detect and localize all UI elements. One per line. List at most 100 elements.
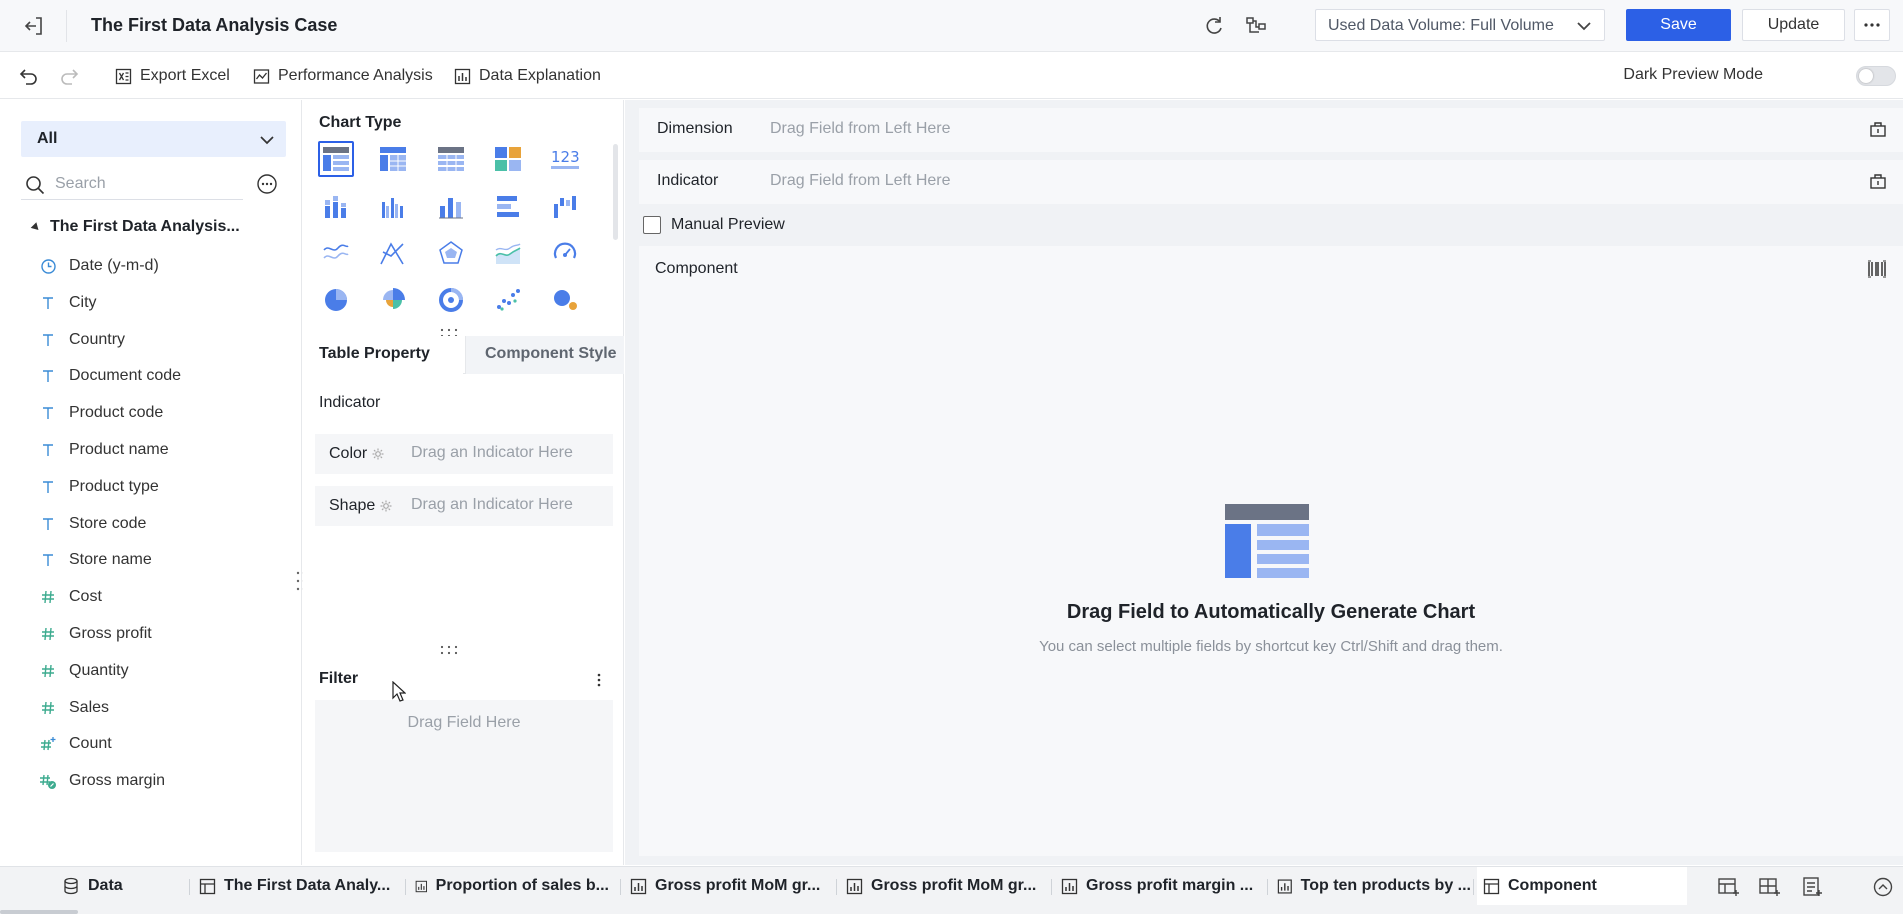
field-item[interactable]: Product name <box>38 439 169 461</box>
radar-line-icon[interactable] <box>375 235 411 271</box>
field-item[interactable]: Gross profit <box>38 623 152 645</box>
dark-preview-toggle[interactable] <box>1856 66 1896 86</box>
field-item[interactable]: Count <box>38 733 112 755</box>
table-icon[interactable] <box>318 141 354 177</box>
chart-icon <box>415 880 428 892</box>
field-item[interactable]: Store name <box>38 549 152 571</box>
lineage-icon[interactable] <box>1244 14 1268 38</box>
field-label: Cost <box>69 588 102 606</box>
performance-icon <box>253 68 270 84</box>
indicator-drop-zone[interactable]: Indicator Drag Field from Left Here <box>639 160 1903 204</box>
field-search[interactable]: Search <box>21 170 243 200</box>
field-item[interactable]: Product code <box>38 402 163 424</box>
gauge-icon[interactable] <box>547 235 583 271</box>
field-label: Quantity <box>69 661 129 679</box>
datasource-select[interactable]: All <box>21 121 286 157</box>
pie-icon[interactable] <box>318 282 354 318</box>
filter-drop-zone[interactable]: Drag Field Here <box>315 700 613 852</box>
gear-icon[interactable] <box>371 447 385 461</box>
bottom-tab[interactable]: Data <box>58 867 148 905</box>
data-explanation-button[interactable]: Data Explanation <box>454 65 601 87</box>
stacked-column-icon[interactable] <box>318 189 354 225</box>
undo-icon[interactable] <box>18 65 40 87</box>
rose-pie-icon[interactable] <box>375 282 411 318</box>
export-excel-button[interactable]: Export Excel <box>115 65 230 87</box>
field-item[interactable]: Cost <box>38 586 102 608</box>
barcode-icon[interactable] <box>1867 260 1887 278</box>
bar-icon[interactable] <box>490 189 526 225</box>
color-label: Color <box>329 445 368 462</box>
tab-separator <box>189 879 190 895</box>
clear-box-icon[interactable] <box>1869 172 1887 190</box>
line-icon[interactable] <box>318 235 354 271</box>
gear-icon[interactable] <box>379 499 393 513</box>
field-item[interactable]: Gross margin <box>38 770 165 792</box>
collapse-up-icon[interactable] <box>1872 876 1896 898</box>
waterfall-icon[interactable] <box>547 189 583 225</box>
add-table-icon[interactable] <box>1717 876 1741 898</box>
add-dashboard-icon[interactable] <box>1800 876 1824 898</box>
field-options-icon[interactable] <box>256 173 278 195</box>
field-item[interactable]: City <box>38 292 97 314</box>
clear-box-icon[interactable] <box>1869 120 1887 138</box>
bubble-icon[interactable] <box>547 282 583 318</box>
multi-chart-icon[interactable] <box>490 141 526 177</box>
tab-scrollbar[interactable] <box>0 910 78 914</box>
checkbox[interactable] <box>643 216 661 234</box>
color-drop-zone[interactable]: Color Drag an Indicator Here <box>315 434 613 474</box>
cross-table-icon[interactable] <box>375 141 411 177</box>
exit-icon[interactable] <box>22 14 46 38</box>
bottom-tab[interactable]: Gross profit MoM gr... <box>624 867 824 905</box>
manual-preview-checkbox[interactable]: Manual Preview <box>643 216 785 234</box>
save-button[interactable]: Save <box>1626 9 1731 41</box>
grouped-column-icon[interactable] <box>375 189 411 225</box>
collapse-triangle-icon[interactable] <box>30 221 42 233</box>
scatter-icon[interactable] <box>490 282 526 318</box>
table-tree-root[interactable]: The First Data Analysis... <box>30 218 240 236</box>
filter-label: Filter <box>319 670 359 687</box>
text-type-icon <box>38 477 58 497</box>
field-item[interactable]: Date (y-m-d) <box>38 255 159 277</box>
field-item[interactable]: Product type <box>38 476 159 498</box>
field-item[interactable]: Country <box>38 329 125 351</box>
empty-table-illustration <box>1225 504 1311 580</box>
field-label: Document code <box>69 367 182 385</box>
update-button[interactable]: Update <box>1742 9 1845 41</box>
column-icon[interactable] <box>433 189 469 225</box>
resize-grip-icon[interactable] <box>439 645 459 655</box>
add-component-icon[interactable] <box>1758 876 1782 898</box>
tab-component-style[interactable]: Component Style <box>465 336 624 374</box>
bottom-tab[interactable]: Top ten products by ... <box>1271 867 1471 905</box>
area-icon[interactable] <box>490 235 526 271</box>
bottom-tab[interactable]: Gross profit MoM gr... <box>840 867 1040 905</box>
bottom-tab[interactable]: Component <box>1477 867 1687 905</box>
more-icon[interactable] <box>1854 9 1890 41</box>
search-input[interactable]: Search <box>55 175 106 193</box>
data-volume-select[interactable]: Used Data Volume: Full Volume <box>1315 9 1605 41</box>
shape-drop-zone[interactable]: Shape Drag an Indicator Here <box>315 486 613 526</box>
bottom-tab-label: Data <box>88 877 123 894</box>
bottom-tab[interactable]: The First Data Analy... <box>193 867 393 905</box>
dimension-label: Dimension <box>657 120 733 137</box>
field-item[interactable]: Sales <box>38 697 109 719</box>
field-item[interactable]: Document code <box>38 365 181 387</box>
chart-type-scrollbar[interactable] <box>613 144 618 240</box>
property-tabs: Table Property Component Style <box>303 336 624 374</box>
text-type-icon <box>38 403 58 423</box>
field-item[interactable]: Quantity <box>38 660 129 682</box>
hash-icon <box>38 587 58 607</box>
refresh-icon[interactable] <box>1202 14 1226 38</box>
tab-table-property[interactable]: Table Property <box>303 336 463 374</box>
redo-icon[interactable] <box>58 65 80 87</box>
bottom-tab[interactable]: Gross profit margin ... <box>1055 867 1255 905</box>
dimension-drop-zone[interactable]: Dimension Drag Field from Left Here <box>639 108 1903 152</box>
radar-icon[interactable] <box>433 235 469 271</box>
field-item[interactable]: Store code <box>38 513 146 535</box>
filter-more-icon[interactable] <box>589 672 609 688</box>
kpi-number-icon[interactable]: 123 <box>547 141 583 177</box>
bottom-tab[interactable]: Proportion of sales b... <box>409 867 609 905</box>
performance-analysis-button[interactable]: Performance Analysis <box>253 65 433 87</box>
detail-table-icon[interactable] <box>433 141 469 177</box>
data-explanation-icon <box>454 68 471 84</box>
donut-icon[interactable] <box>433 282 469 318</box>
